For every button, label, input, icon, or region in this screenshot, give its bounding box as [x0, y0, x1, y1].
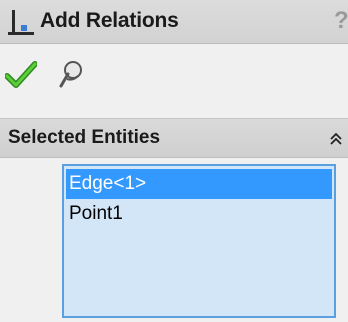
add-relations-panel: Add Relations ? Selected Entities Edge<1…: [0, 0, 348, 322]
panel-title: Add Relations: [40, 9, 179, 32]
help-icon[interactable]: ?: [334, 6, 348, 36]
collapse-chevron-icon[interactable]: [328, 131, 344, 147]
selected-entities-header[interactable]: Selected Entities: [0, 118, 348, 158]
panel-toolbar: [0, 44, 348, 114]
selected-entities-list[interactable]: Edge<1> Point1: [62, 164, 336, 318]
list-item[interactable]: Edge<1>: [66, 169, 332, 199]
pushpin-icon[interactable]: [56, 59, 86, 91]
list-item[interactable]: Point1: [64, 199, 334, 229]
add-relations-icon: [8, 10, 34, 35]
panel-title-bar: Add Relations ?: [0, 0, 348, 44]
section-title: Selected Entities: [8, 127, 161, 148]
ok-checkmark-icon[interactable]: [5, 60, 37, 90]
